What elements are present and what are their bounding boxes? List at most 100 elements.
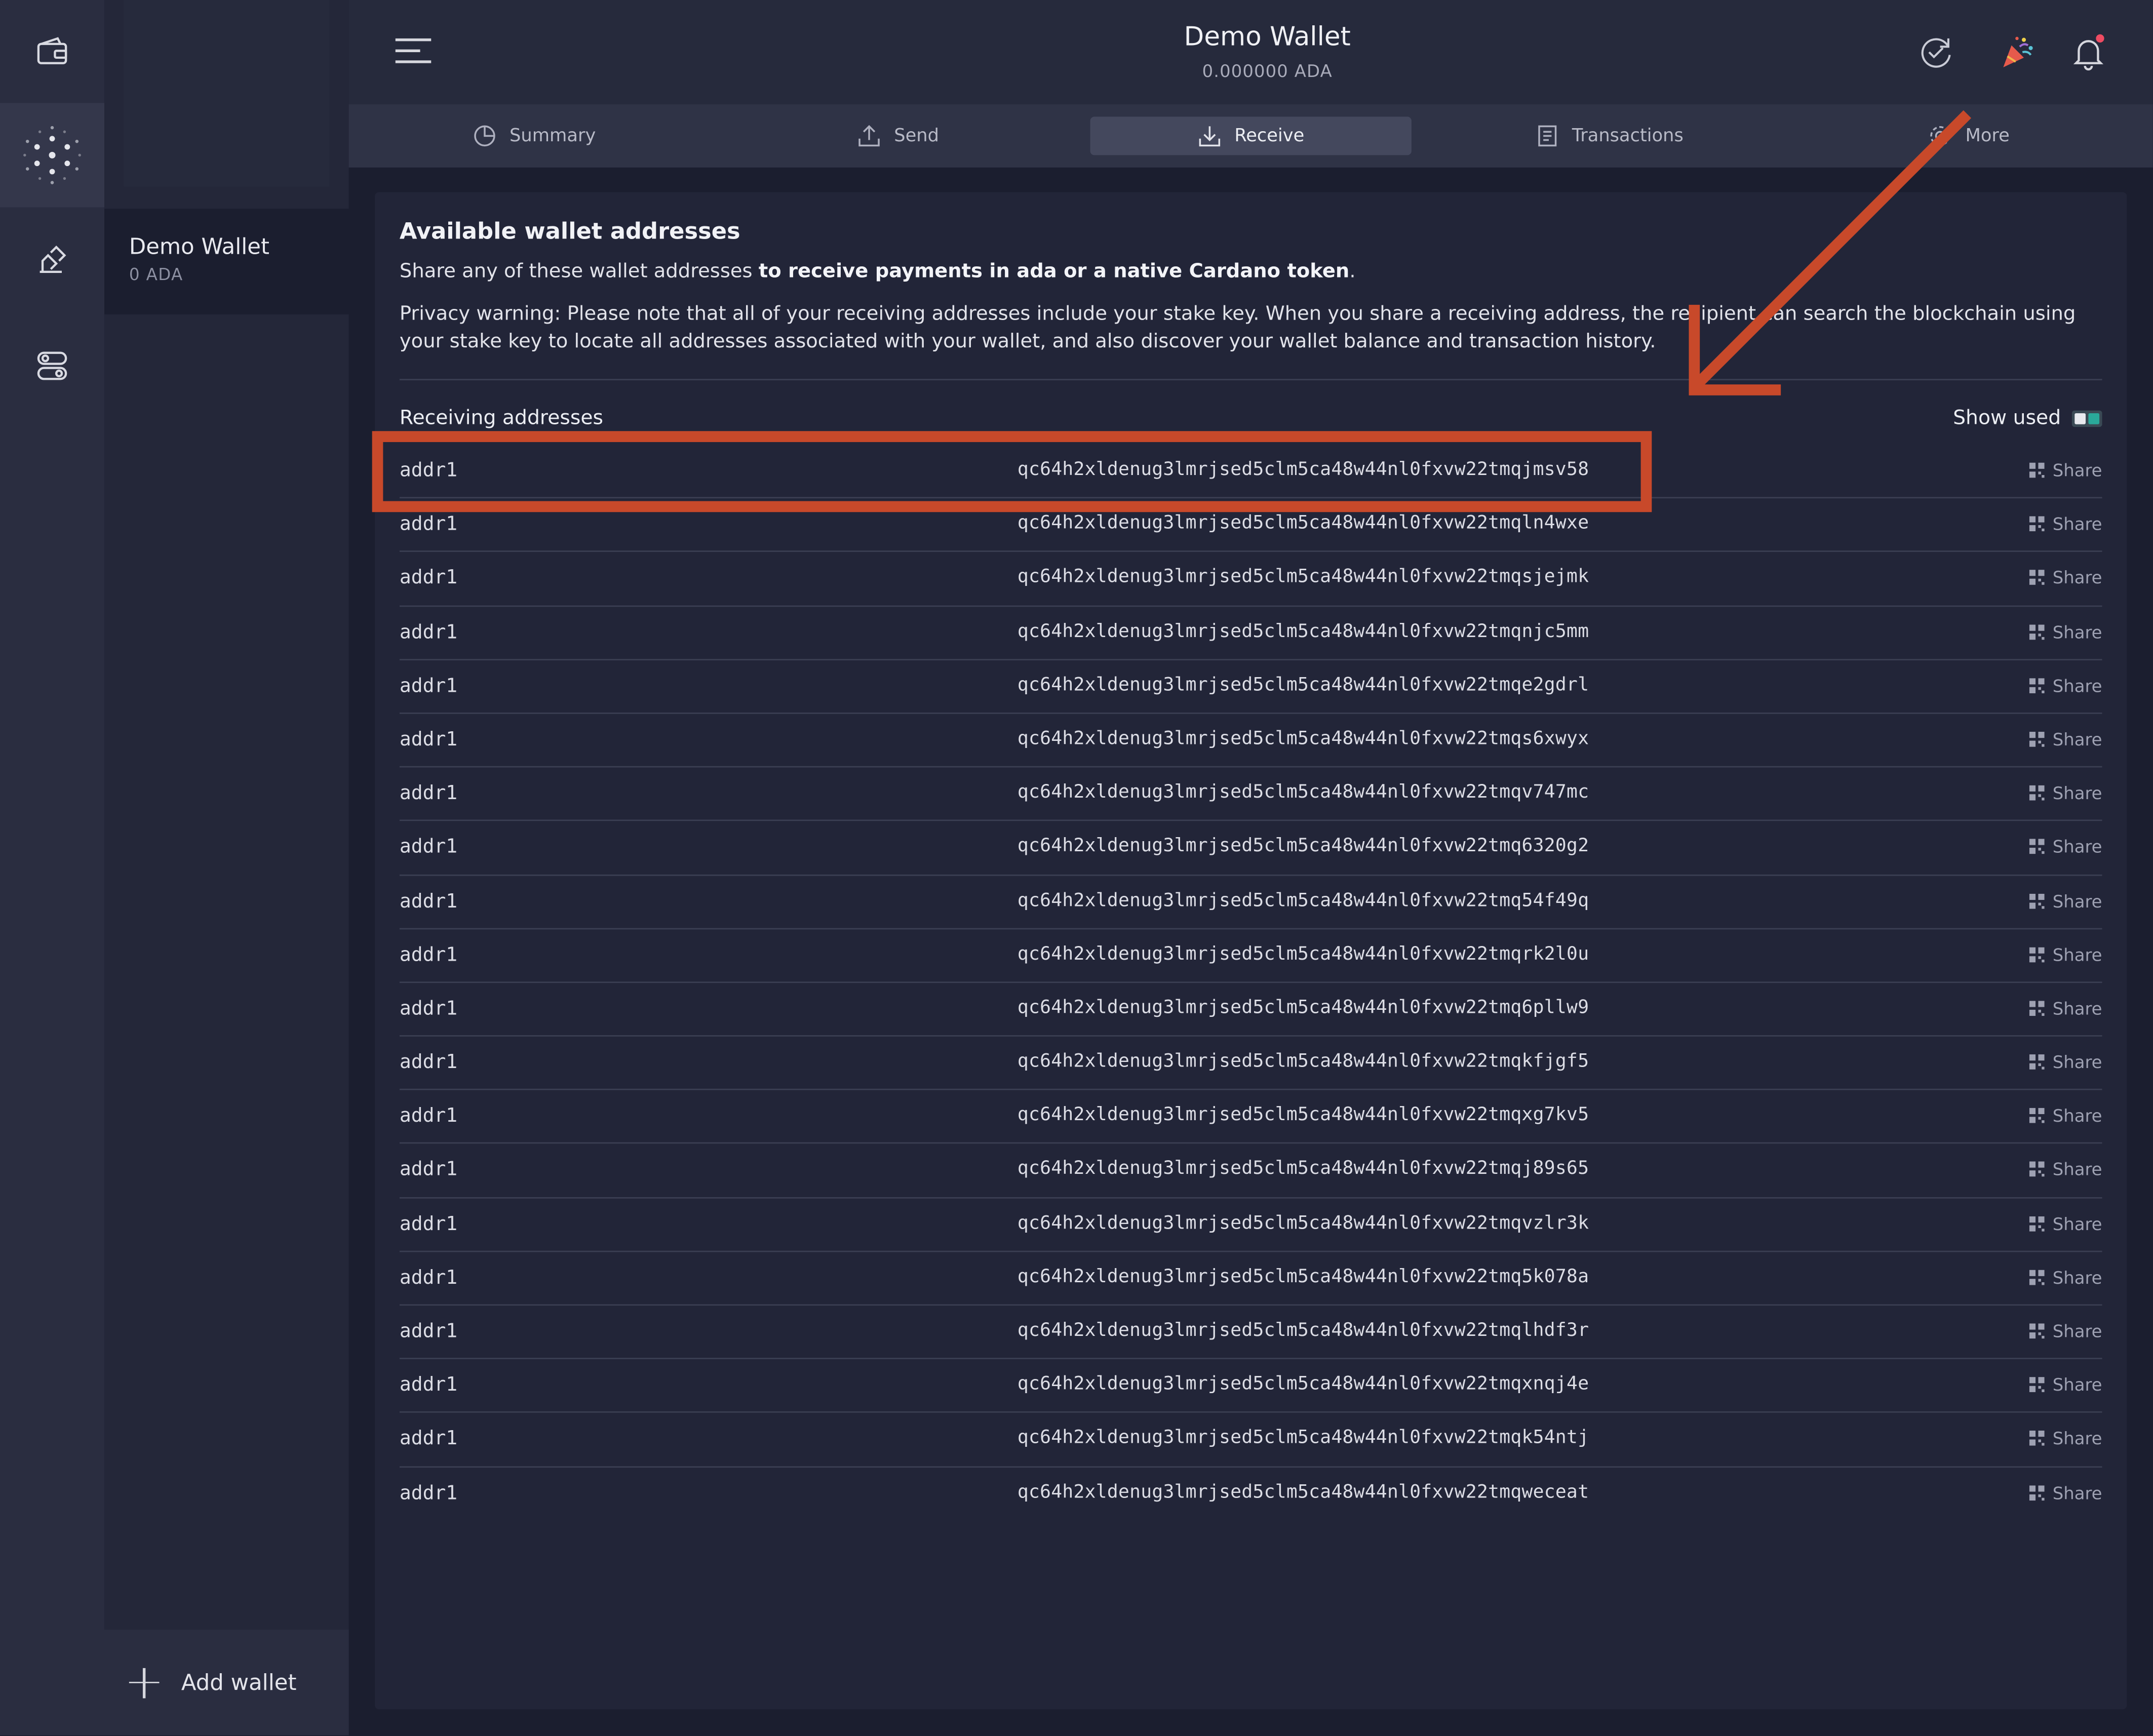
bell-icon[interactable] bbox=[2068, 31, 2109, 72]
share-label: Share bbox=[2052, 890, 2102, 911]
address-value[interactable]: qc64h2xldenug3lmrjsed5clm5ca48w44nl0fxvw… bbox=[1017, 837, 1589, 857]
plus-icon bbox=[129, 1667, 160, 1698]
address-value[interactable]: qc64h2xldenug3lmrjsed5clm5ca48w44nl0fxvw… bbox=[1017, 514, 1589, 534]
share-button[interactable]: Share bbox=[2029, 944, 2102, 965]
address-value[interactable]: qc64h2xldenug3lmrjsed5clm5ca48w44nl0fxvw… bbox=[1017, 729, 1589, 749]
address-value[interactable]: qc64h2xldenug3lmrjsed5clm5ca48w44nl0fxvw… bbox=[1017, 460, 1589, 481]
wallet-name: Demo Wallet bbox=[129, 233, 269, 260]
share-label: Share bbox=[2052, 1159, 2102, 1180]
add-wallet-label: Add wallet bbox=[181, 1669, 297, 1696]
share-button[interactable]: Share bbox=[2029, 514, 2102, 534]
address-value[interactable]: qc64h2xldenug3lmrjsed5clm5ca48w44nl0fxvw… bbox=[1017, 1267, 1589, 1288]
share-button[interactable]: Share bbox=[2029, 1321, 2102, 1342]
address-row: addr1 qc64h2xldenug3lmrjsed5clm5ca48w44nl… bbox=[399, 929, 2102, 983]
address-row: addr1 qc64h2xldenug3lmrjsed5clm5ca48w44nl… bbox=[399, 1144, 2102, 1198]
address-value[interactable]: qc64h2xldenug3lmrjsed5clm5ca48w44nl0fxvw… bbox=[1017, 568, 1589, 588]
share-button[interactable]: Share bbox=[2029, 782, 2102, 804]
address-prefix: addr1 bbox=[399, 621, 458, 644]
staking-icon bbox=[23, 126, 81, 184]
qr-code-icon bbox=[2029, 893, 2045, 909]
address-value[interactable]: qc64h2xldenug3lmrjsed5clm5ca48w44nl0fxvw… bbox=[1017, 1321, 1589, 1342]
rail-voting[interactable] bbox=[0, 207, 104, 311]
panel-description: Share any of these wallet addresses to r… bbox=[400, 261, 1356, 283]
qr-code-icon bbox=[2029, 1215, 2045, 1231]
share-button[interactable]: Share bbox=[2029, 998, 2102, 1019]
qr-code-icon bbox=[2029, 731, 2045, 747]
address-row: addr1 qc64h2xldenug3lmrjsed5clm5ca48w44nl… bbox=[399, 1252, 2102, 1306]
address-value[interactable]: qc64h2xldenug3lmrjsed5clm5ca48w44nl0fxvw… bbox=[1017, 621, 1589, 642]
share-button[interactable]: Share bbox=[2029, 1482, 2102, 1503]
tab-label: Summary bbox=[509, 126, 596, 146]
share-button[interactable]: Share bbox=[2029, 1213, 2102, 1234]
qr-code-icon bbox=[2029, 1270, 2045, 1285]
address-row: addr1 qc64h2xldenug3lmrjsed5clm5ca48w44nl… bbox=[399, 875, 2102, 929]
address-row: addr1 qc64h2xldenug3lmrjsed5clm5ca48w44nl… bbox=[399, 1413, 2102, 1467]
wallet-list: Demo Wallet 0 ADA Add wallet bbox=[104, 0, 349, 1735]
share-button[interactable]: Share bbox=[2029, 568, 2102, 588]
address-value[interactable]: qc64h2xldenug3lmrjsed5clm5ca48w44nl0fxvw… bbox=[1017, 1482, 1589, 1503]
tab-label: Receive bbox=[1234, 126, 1305, 146]
tab-transactions[interactable]: Transactions bbox=[1527, 116, 1692, 155]
share-button[interactable]: Share bbox=[2029, 1267, 2102, 1287]
qr-code-icon bbox=[2029, 678, 2045, 693]
share-label: Share bbox=[2052, 729, 2102, 750]
share-button[interactable]: Share bbox=[2029, 890, 2102, 911]
app-window: Demo Wallet 0 ADA Add wallet Demo Wallet… bbox=[0, 0, 2153, 1735]
sync-icon[interactable] bbox=[1915, 31, 1956, 72]
address-value[interactable]: qc64h2xldenug3lmrjsed5clm5ca48w44nl0fxvw… bbox=[1017, 998, 1589, 1019]
address-row: addr1 qc64h2xldenug3lmrjsed5clm5ca48w44nl… bbox=[399, 1037, 2102, 1091]
share-button[interactable]: Share bbox=[2029, 1374, 2102, 1395]
share-button[interactable]: Share bbox=[2029, 621, 2102, 642]
share-label: Share bbox=[2052, 998, 2102, 1019]
rail-staking[interactable] bbox=[0, 103, 105, 208]
qr-code-icon bbox=[2029, 462, 2045, 478]
wallet-item-demo[interactable]: Demo Wallet 0 ADA bbox=[104, 209, 349, 314]
show-used-label: Show used bbox=[1953, 408, 2061, 430]
share-label: Share bbox=[2052, 567, 2102, 588]
address-prefix: addr1 bbox=[399, 675, 458, 697]
tab-send[interactable]: Send bbox=[843, 116, 953, 155]
address-prefix: addr1 bbox=[399, 514, 458, 536]
add-wallet-button[interactable]: Add wallet bbox=[104, 1629, 349, 1735]
address-value[interactable]: qc64h2xldenug3lmrjsed5clm5ca48w44nl0fxvw… bbox=[1017, 1106, 1589, 1126]
address-value[interactable]: qc64h2xldenug3lmrjsed5clm5ca48w44nl0fxvw… bbox=[1017, 1374, 1589, 1395]
wallet-title: Demo Wallet bbox=[1184, 22, 1351, 53]
address-value[interactable]: qc64h2xldenug3lmrjsed5clm5ca48w44nl0fxvw… bbox=[1017, 675, 1589, 696]
share-button[interactable]: Share bbox=[2029, 729, 2102, 749]
wallet-balance: 0 ADA bbox=[129, 265, 183, 285]
rail-wallets[interactable] bbox=[0, 0, 104, 104]
share-label: Share bbox=[2052, 675, 2102, 696]
address-prefix: addr1 bbox=[399, 1320, 458, 1343]
rail-settings[interactable] bbox=[0, 313, 104, 417]
share-button[interactable]: Share bbox=[2029, 460, 2102, 481]
share-button[interactable]: Share bbox=[2029, 1106, 2102, 1126]
share-button[interactable]: Share bbox=[2029, 1428, 2102, 1449]
share-button[interactable]: Share bbox=[2029, 1052, 2102, 1072]
wallet-tabs: Summary Send Receive Transactions More bbox=[348, 104, 2153, 168]
party-icon[interactable] bbox=[1997, 31, 2038, 72]
tab-more[interactable]: More bbox=[1914, 116, 2024, 155]
address-value[interactable]: qc64h2xldenug3lmrjsed5clm5ca48w44nl0fxvw… bbox=[1017, 783, 1589, 804]
share-label: Share bbox=[2052, 514, 2102, 535]
address-value[interactable]: qc64h2xldenug3lmrjsed5clm5ca48w44nl0fxvw… bbox=[1017, 1213, 1589, 1234]
share-button[interactable]: Share bbox=[2029, 675, 2102, 696]
receive-icon bbox=[1199, 126, 1221, 147]
share-label: Share bbox=[2052, 782, 2102, 804]
share-button[interactable]: Share bbox=[2029, 1159, 2102, 1180]
tab-receive[interactable]: Receive bbox=[1090, 116, 1412, 155]
address-value[interactable]: qc64h2xldenug3lmrjsed5clm5ca48w44nl0fxvw… bbox=[1017, 1159, 1589, 1180]
share-button[interactable]: Share bbox=[2029, 837, 2102, 857]
send-icon bbox=[858, 125, 880, 147]
address-row: addr1 qc64h2xldenug3lmrjsed5clm5ca48w44nl… bbox=[399, 553, 2102, 607]
address-value[interactable]: qc64h2xldenug3lmrjsed5clm5ca48w44nl0fxvw… bbox=[1017, 890, 1589, 911]
address-value[interactable]: qc64h2xldenug3lmrjsed5clm5ca48w44nl0fxvw… bbox=[1017, 944, 1589, 965]
qr-code-icon bbox=[2029, 570, 2045, 585]
address-row: addr1 qc64h2xldenug3lmrjsed5clm5ca48w44nl… bbox=[399, 606, 2102, 660]
address-prefix: addr1 bbox=[399, 1106, 458, 1128]
address-value[interactable]: qc64h2xldenug3lmrjsed5clm5ca48w44nl0fxvw… bbox=[1017, 1428, 1589, 1449]
show-used-toggle[interactable] bbox=[2071, 410, 2102, 427]
tab-summary[interactable]: Summary bbox=[458, 116, 609, 155]
address-value[interactable]: qc64h2xldenug3lmrjsed5clm5ca48w44nl0fxvw… bbox=[1017, 1052, 1589, 1073]
address-prefix: addr1 bbox=[399, 1482, 458, 1505]
qr-code-icon bbox=[2029, 1431, 2045, 1446]
